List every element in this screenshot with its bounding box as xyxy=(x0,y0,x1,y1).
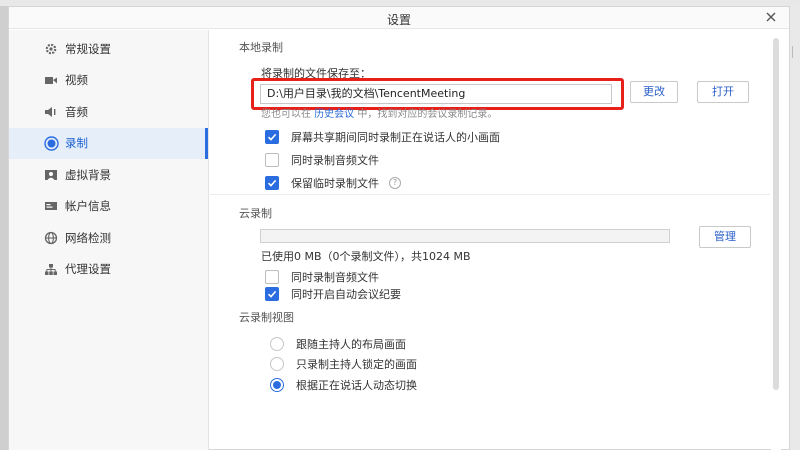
hint-prefix: 您也可以在 xyxy=(261,109,311,120)
account-card-icon xyxy=(43,198,59,214)
sidebar-item-recording[interactable]: 录制 xyxy=(9,127,208,159)
vertical-scrollbar[interactable] xyxy=(771,30,781,450)
sidebar-item-account[interactable]: 帐户信息 xyxy=(9,191,208,223)
globe-icon xyxy=(43,230,59,246)
window-title: 设置 xyxy=(386,13,411,27)
option-auto-meeting-minutes[interactable]: 同时开启自动会议纪要 xyxy=(265,286,401,302)
cloud-usage-text: 已使用0 MB（0个录制文件），共1024 MB xyxy=(261,250,471,263)
radio-button[interactable] xyxy=(270,337,284,351)
sidebar-item-label: 代理设置 xyxy=(65,262,111,277)
local-recording-section-title: 本地录制 xyxy=(239,41,283,54)
speaker-icon xyxy=(43,104,59,120)
option-label: 同时录制音频文件 xyxy=(291,271,379,284)
option-label: 同时录制音频文件 xyxy=(291,154,379,167)
sidebar-item-video[interactable]: 视频 xyxy=(9,65,208,97)
background-left-edge xyxy=(0,6,8,450)
record-icon xyxy=(43,135,59,151)
checkbox-checked[interactable] xyxy=(265,176,279,190)
checkbox-checked[interactable] xyxy=(265,130,279,144)
hint-suffix: 中，找到对应的会议录制记录。 xyxy=(357,109,498,120)
change-path-button[interactable]: 更改 xyxy=(630,81,678,103)
open-folder-button[interactable]: 打开 xyxy=(697,81,749,103)
radio-active-speaker[interactable]: 根据正在说话人动态切换 xyxy=(270,377,417,393)
check-icon xyxy=(267,290,277,298)
check-icon xyxy=(267,133,277,141)
history-hint-text: 您也可以在 历史会议 中，找到对应的会议录制记录。 xyxy=(261,105,497,120)
settings-sidebar: 常规设置 视频 音频 录制 虚拟背景 帐户信息 网络检测 代理设置 xyxy=(9,30,209,450)
option-label: 保留临时录制文件 xyxy=(291,177,379,190)
help-icon[interactable]: ? xyxy=(389,177,401,189)
check-icon xyxy=(267,179,277,187)
close-icon[interactable] xyxy=(763,9,779,25)
option-label: 只录制主持人锁定的画面 xyxy=(296,358,417,371)
option-label: 屏幕共享期间同时录制正在说话人的小画面 xyxy=(291,131,500,144)
option-record-audio-cloud[interactable]: 同时录制音频文件 xyxy=(265,269,379,285)
radio-button[interactable] xyxy=(270,357,284,371)
recording-settings-panel: 本地录制 将录制的文件保存至： D:\用户目录\我的文档\TencentMeet… xyxy=(210,30,770,450)
sidebar-item-proxy[interactable]: 代理设置 xyxy=(9,254,208,286)
video-camera-icon xyxy=(43,72,59,88)
gear-icon xyxy=(43,41,59,57)
option-label: 同时开启自动会议纪要 xyxy=(291,288,401,301)
background-divider xyxy=(792,46,798,58)
settings-window: 设置 常规设置 视频 音频 录制 虚拟背景 帐户信息 网络检测 代理设置 本地录… xyxy=(8,6,790,450)
title-bar: 设置 xyxy=(9,7,789,29)
sidebar-item-label: 帐户信息 xyxy=(65,199,111,214)
radio-follow-host-layout[interactable]: 跟随主持人的布局画面 xyxy=(270,336,406,352)
option-label: 跟随主持人的布局画面 xyxy=(296,338,406,351)
checkbox-unchecked[interactable] xyxy=(265,270,279,284)
cloud-recording-section-title: 云录制 xyxy=(239,207,272,220)
cloud-view-section-title: 云录制视图 xyxy=(239,311,294,324)
option-label: 根据正在说话人动态切换 xyxy=(296,379,417,392)
sidebar-item-label: 音频 xyxy=(65,104,88,119)
option-record-audio-local[interactable]: 同时录制音频文件 xyxy=(265,152,379,168)
manage-cloud-button[interactable]: 管理 xyxy=(699,226,751,248)
sidebar-item-network-check[interactable]: 网络检测 xyxy=(9,222,208,254)
history-meetings-link[interactable]: 历史会议 xyxy=(314,109,354,120)
scrollbar-thumb[interactable] xyxy=(773,38,779,390)
checkbox-checked[interactable] xyxy=(265,287,279,301)
checkbox-unchecked[interactable] xyxy=(265,153,279,167)
sidebar-item-label: 虚拟背景 xyxy=(65,167,111,182)
radio-host-locked-view[interactable]: 只录制主持人锁定的画面 xyxy=(270,356,417,372)
cloud-storage-usage-bar xyxy=(260,229,670,243)
proxy-network-icon xyxy=(43,261,59,277)
sidebar-item-virtual-background[interactable]: 虚拟背景 xyxy=(9,159,208,191)
option-record-speaker-thumbnail[interactable]: 屏幕共享期间同时录制正在说话人的小画面 xyxy=(265,129,500,145)
radio-button-selected[interactable] xyxy=(270,378,284,392)
sidebar-item-label: 常规设置 xyxy=(65,41,111,56)
radio-dot xyxy=(273,381,281,389)
sidebar-item-general[interactable]: 常规设置 xyxy=(9,33,208,65)
option-keep-temp-files[interactable]: 保留临时录制文件 ? xyxy=(265,175,401,191)
sidebar-item-label: 视频 xyxy=(65,73,88,88)
virtual-background-icon xyxy=(43,167,59,183)
sidebar-item-audio[interactable]: 音频 xyxy=(9,96,208,128)
sidebar-item-label: 录制 xyxy=(65,136,88,151)
sidebar-item-label: 网络检测 xyxy=(65,230,111,245)
section-divider xyxy=(210,194,770,195)
